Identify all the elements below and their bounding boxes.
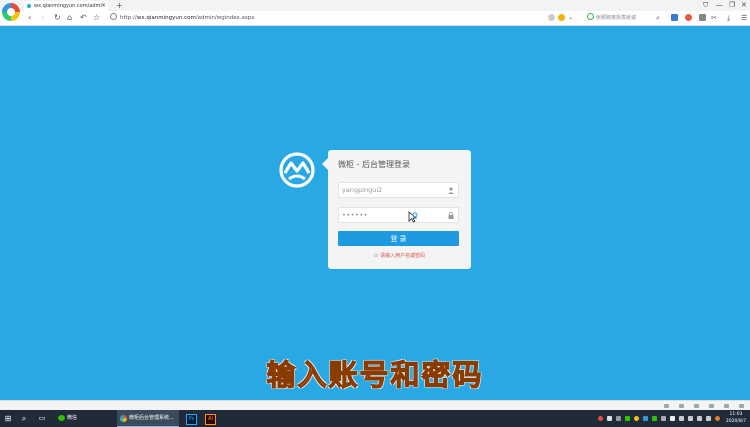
refresh-icon[interactable]: ↻ <box>54 11 61 25</box>
status-icon[interactable] <box>739 404 744 408</box>
browser-tab-bar: wx.qianmingyun.com/admi × + ⛉ — ❐ ✕ <box>0 0 750 11</box>
login-panel: 微柜 - 后台管理登录 登 录 ⊙请输入用户名或密码 <box>322 150 471 269</box>
tools-icon[interactable]: ✂ <box>711 11 717 25</box>
close-window-button[interactable]: ✕ <box>741 0 747 11</box>
undo-icon[interactable]: ↶ <box>80 11 87 25</box>
taskbar-label: 微信 <box>67 415 78 421</box>
game-icon[interactable] <box>685 14 692 21</box>
search-icon[interactable]: ⌕ <box>656 11 660 25</box>
search-icon[interactable]: ⌕ <box>18 410 30 427</box>
volume-icon[interactable] <box>688 416 693 421</box>
wechat-icon <box>58 415 65 421</box>
browser-logo-icon[interactable] <box>2 3 20 21</box>
tray-icon[interactable] <box>625 416 630 421</box>
url-scheme: http:// <box>120 15 137 21</box>
photoshop-icon[interactable]: Ps <box>186 414 197 425</box>
task-view-icon[interactable]: ▭ <box>36 410 48 427</box>
video-caption: 输入账号和密码 <box>266 357 484 392</box>
illustrator-icon[interactable]: Ai <box>205 414 216 425</box>
url-host: wx.qianmingyun.com <box>136 15 196 21</box>
tray-icon[interactable] <box>634 416 639 421</box>
taskbar: ⊞ ⌕ ▭ 微信 微柜后台管理系统... Ps Ai 11:03 2020/8/… <box>0 410 750 427</box>
site-info-icon[interactable] <box>110 13 117 20</box>
browser-icon <box>120 415 127 422</box>
tab-title: wx.qianmingyun.com/admi <box>34 3 102 9</box>
mouse-cursor-icon <box>408 211 418 223</box>
status-icon[interactable] <box>664 404 669 408</box>
status-icon[interactable] <box>724 404 729 408</box>
username-field[interactable] <box>338 182 459 198</box>
status-icon[interactable] <box>709 404 714 408</box>
search-input[interactable]: 张颖跨夜拆蒸就诚 <box>587 13 665 23</box>
taskbar-item-wechat[interactable]: 微信 <box>55 410 113 427</box>
status-icon[interactable] <box>694 404 699 408</box>
browser-toolbar: ‹ › ↻ ⌂ ↶ ☆ http://wx.qianmingyun.com/ad… <box>0 11 750 26</box>
search-placeholder: 张颖跨夜拆蒸就诚 <box>596 15 637 21</box>
battery-icon[interactable] <box>697 416 702 421</box>
tray-icon[interactable] <box>670 416 675 421</box>
clock-date: 2020/8/7 <box>725 419 747 424</box>
back-icon[interactable]: ‹ <box>28 11 31 25</box>
windows-start-icon[interactable]: ⊞ <box>2 410 14 427</box>
home-icon[interactable]: ⌂ <box>67 11 72 25</box>
browser-tab[interactable]: wx.qianmingyun.com/admi × <box>24 1 108 11</box>
ime-icon[interactable] <box>715 416 720 421</box>
tray-icon[interactable] <box>598 416 603 421</box>
pin-icon[interactable]: ⛉ <box>703 0 708 11</box>
favorite-icon[interactable] <box>558 14 565 21</box>
tray-icon[interactable] <box>652 416 657 421</box>
lock-icon <box>448 212 454 222</box>
star-icon[interactable]: ☆ <box>93 11 100 25</box>
tray-icon[interactable] <box>616 416 621 421</box>
taskbar-item-browser[interactable]: 微柜后台管理系统... <box>117 410 179 427</box>
tray-icon[interactable] <box>643 416 648 421</box>
wifi-icon[interactable] <box>706 416 711 421</box>
tray-icon[interactable] <box>607 416 612 421</box>
minimize-button[interactable]: — <box>716 0 723 11</box>
brand-logo-icon <box>279 152 315 188</box>
error-text: 请输入用户名或密码 <box>380 253 426 259</box>
taskbar-label: 微柜后台管理系统... <box>129 415 174 421</box>
tab-close-icon[interactable]: × <box>101 1 106 11</box>
login-button[interactable]: 登 录 <box>338 231 459 246</box>
status-icon[interactable] <box>679 404 684 408</box>
address-bar[interactable]: http://wx.qianmingyun.com/admin/wgindex.… <box>110 13 580 23</box>
compat-mode-icon[interactable] <box>548 14 555 21</box>
screenshot-icon[interactable] <box>699 14 706 21</box>
password-field[interactable] <box>338 207 459 223</box>
menu-icon[interactable]: ☰ <box>741 11 747 25</box>
dropdown-icon[interactable]: ⌄ <box>568 11 573 25</box>
forward-icon[interactable]: › <box>41 11 44 25</box>
username-input[interactable] <box>339 183 442 197</box>
new-tab-button[interactable]: + <box>116 0 123 11</box>
password-input[interactable] <box>339 208 442 222</box>
download-icon[interactable]: ⤓ <box>727 11 730 25</box>
warning-icon: ⊙ <box>373 253 379 259</box>
url-path: /admin/wgindex.aspx <box>195 15 255 21</box>
login-title: 微柜 - 后台管理登录 <box>338 160 410 169</box>
network-icon[interactable] <box>679 416 684 421</box>
apps-icon[interactable] <box>671 14 678 21</box>
site-favicon-icon <box>27 4 31 8</box>
tray-icon[interactable] <box>661 416 666 421</box>
user-icon <box>448 187 454 197</box>
maximize-button[interactable]: ❐ <box>729 0 735 11</box>
clock-time: 11:03 <box>729 412 743 417</box>
error-message: ⊙ 请输入用户名或密码 <box>328 252 471 259</box>
system-clock[interactable]: 11:03 2020/8/7 <box>725 411 747 425</box>
search-engine-icon <box>587 13 594 20</box>
